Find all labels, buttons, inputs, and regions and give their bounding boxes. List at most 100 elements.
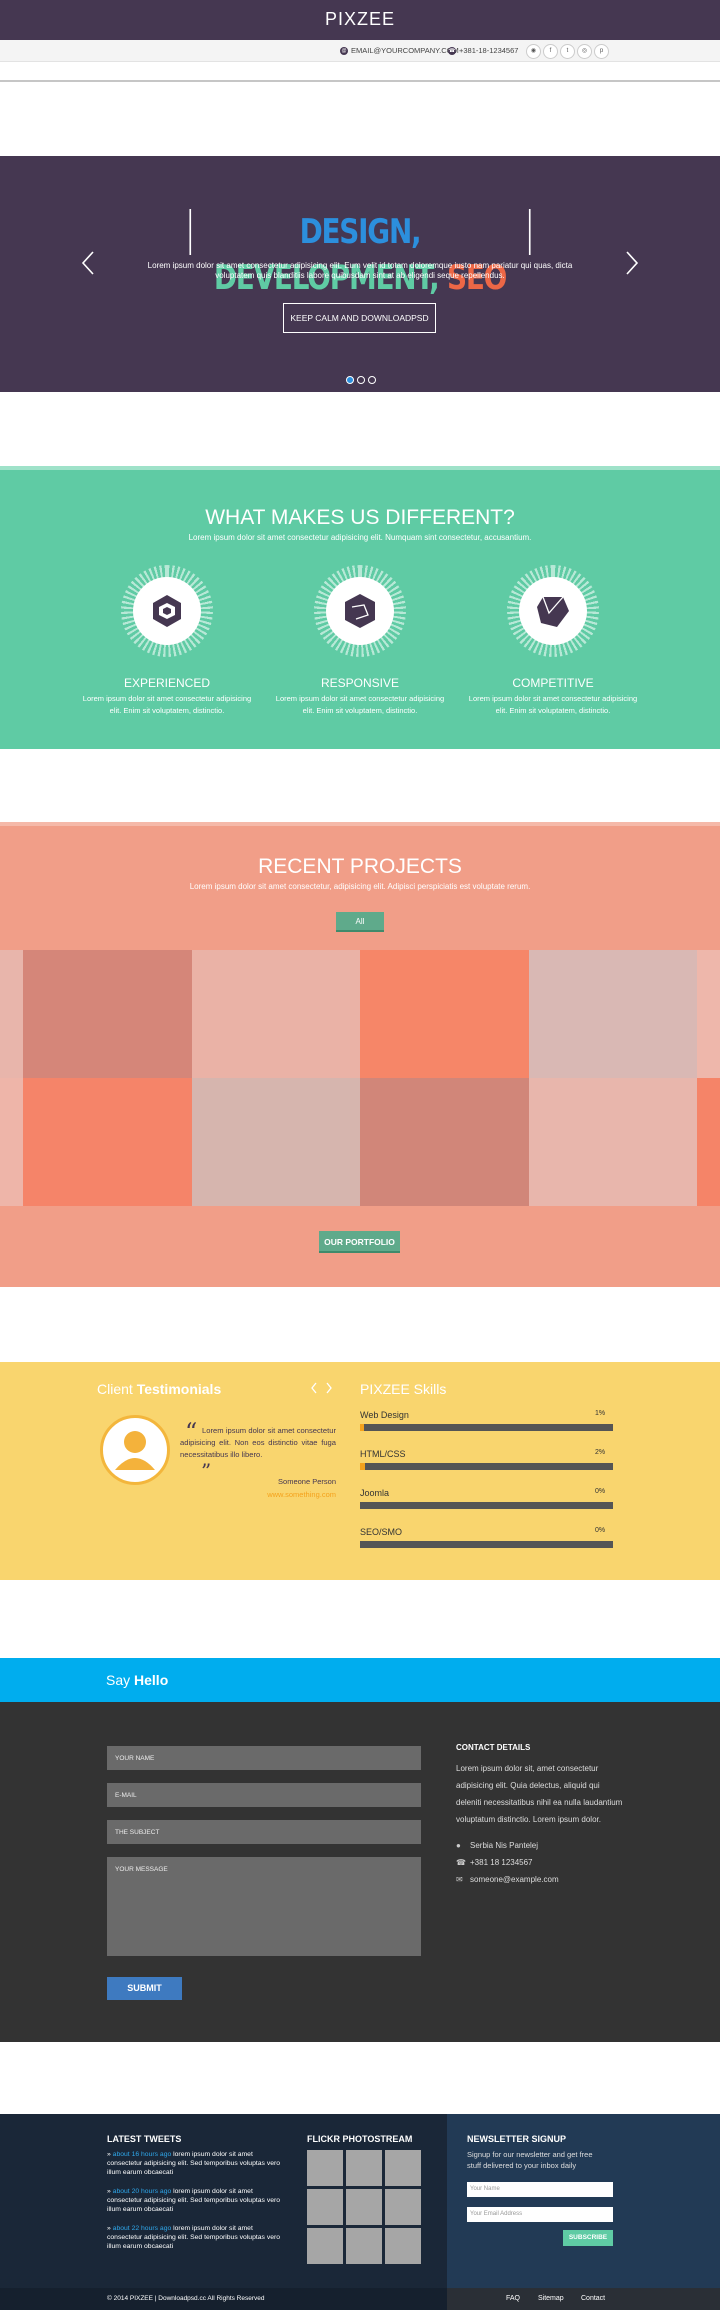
tweet: » about 22 hours ago lorem ipsum dolor s…	[107, 2224, 282, 2251]
flickr-photo[interactable]	[307, 2150, 343, 2186]
tweet-time[interactable]: about 22 hours ago	[113, 2225, 172, 2232]
newsletter-text-2: stuff delivered to your inbox daily	[467, 2161, 577, 2170]
flickr-photo[interactable]	[307, 2228, 343, 2264]
testimonial-person: Someone Person	[278, 1477, 336, 1486]
flickr-photo[interactable]	[346, 2228, 382, 2264]
phone-icon: ☎	[456, 1858, 466, 1867]
contact-details-title: CONTACT DETAILS	[456, 1743, 531, 1752]
dribbble-icon[interactable]: ◎	[577, 44, 592, 59]
contact-phone: +381 18 1234567	[470, 1858, 533, 1867]
project-tile[interactable]	[0, 1078, 23, 1206]
newsletter-email-input[interactable]: Your Email Address	[467, 2207, 613, 2222]
features-title: WHAT MAKES US DIFFERENT?	[205, 506, 515, 529]
portfolio-button[interactable]: OUR PORTFOLIO	[319, 1231, 400, 1253]
feature-circle-competitive	[507, 565, 599, 657]
project-tile[interactable]	[360, 950, 529, 1078]
name-field[interactable]: YOUR NAME	[107, 1746, 421, 1770]
header-email[interactable]: @ EMAIL@YOURCOMPANY.COM	[340, 46, 459, 55]
testimonials-title-bold: Testimonials	[136, 1381, 222, 1397]
skill-bar	[360, 1463, 613, 1470]
slider-dot-2[interactable]	[357, 376, 365, 384]
pinterest-icon[interactable]: p	[594, 44, 609, 59]
tweet-time[interactable]: about 20 hours ago	[113, 2188, 172, 2195]
header-phone: ☎ +381-18-1234567	[448, 46, 518, 55]
cube-icon	[153, 595, 181, 627]
phone-icon: ☎	[448, 46, 456, 55]
feature-desc-responsive: Lorem ipsum dolor sit amet consectetur a…	[275, 694, 445, 715]
project-tile[interactable]	[192, 1078, 360, 1206]
skill-bar-fill	[360, 1463, 366, 1470]
chevron-left-icon[interactable]	[80, 250, 96, 276]
contact-address: Serbia Nis Pantelej	[470, 1841, 539, 1850]
skill-percent: 0%	[595, 1527, 606, 1534]
feature-circle-responsive	[314, 565, 406, 657]
project-tile[interactable]	[23, 1078, 192, 1206]
project-tile[interactable]	[529, 950, 697, 1078]
flickr-photo[interactable]	[385, 2150, 421, 2186]
slider-dot-1[interactable]	[346, 376, 354, 384]
hero-title: DESIGN, DEVELOPMENT, SEO	[189, 209, 531, 298]
footer-link-sitemap[interactable]: Sitemap	[538, 2295, 564, 2302]
footer-link-contact[interactable]: Contact	[581, 2295, 605, 2302]
skill-name: Joomla	[360, 1488, 390, 1498]
flickr-photo[interactable]	[346, 2189, 382, 2225]
feature-title-competitive: COMPETITIVE	[512, 676, 594, 690]
projects-subtitle: Lorem ipsum dolor sit amet consectetur, …	[189, 882, 531, 891]
project-tile[interactable]	[360, 1078, 529, 1206]
hero-download-button[interactable]: KEEP CALM AND DOWNLOADPSD	[283, 303, 436, 333]
rss-icon[interactable]: ◉	[526, 44, 541, 59]
feature-title-experienced: EXPERIENCED	[123, 676, 211, 690]
submit-button[interactable]: SUBMIT	[107, 1977, 182, 2000]
contact-email[interactable]: someone@example.com	[470, 1875, 559, 1884]
twitter-icon[interactable]: t	[560, 44, 575, 59]
project-tile[interactable]	[0, 950, 23, 1078]
hero-title-design: DESIGN,	[299, 212, 422, 252]
testimonial-link[interactable]: www.something.com	[190, 1490, 336, 1499]
contact-details-text-3: deleniti necessitatibus nihil ea nulla l…	[456, 1798, 623, 1807]
chevron-right-icon[interactable]	[325, 1382, 333, 1394]
flickr-photo[interactable]	[385, 2228, 421, 2264]
testimonials-title-light: Client	[97, 1381, 137, 1397]
flickr-photo[interactable]	[346, 2150, 382, 2186]
skill-percent: 2%	[595, 1449, 606, 1456]
facebook-icon[interactable]: f	[543, 44, 558, 59]
hero-subtitle-line2: voluptatem quis blanditiis labore quibus…	[215, 271, 505, 280]
project-tile[interactable]	[529, 1078, 697, 1206]
flickr-photo[interactable]	[307, 2189, 343, 2225]
skill-bar	[360, 1541, 613, 1548]
projects-title: RECENT PROJECTS	[258, 855, 462, 878]
newsletter-name-input[interactable]: Your Name	[467, 2182, 613, 2197]
feature-title-responsive: RESPONSIVE	[320, 676, 400, 690]
avatar	[100, 1415, 170, 1485]
footer-link-faq[interactable]: FAQ	[506, 2295, 520, 2302]
project-tile[interactable]	[697, 950, 720, 1078]
tweet-time[interactable]: about 16 hours ago	[113, 2151, 172, 2158]
tweet: » about 20 hours ago lorem ipsum dolor s…	[107, 2187, 282, 2214]
chevron-right-icon[interactable]	[624, 250, 640, 276]
feature-desc-experienced: Lorem ipsum dolor sit amet consectetur a…	[82, 694, 252, 715]
skill-bar-fill	[360, 1424, 364, 1431]
subscribe-button[interactable]: SUBSCRIBE	[563, 2230, 613, 2246]
contact-details-text-4: voluptatum distinctio. Lorem ipsum dolor…	[456, 1815, 601, 1824]
flickr-photo[interactable]	[385, 2189, 421, 2225]
filter-all-button[interactable]: All	[336, 912, 384, 932]
mail-icon: ✉	[456, 1875, 463, 1884]
say-hello-title: Say Hello	[106, 1672, 168, 1688]
feature-desc-competitive: Lorem ipsum dolor sit amet consectetur a…	[468, 694, 638, 715]
message-field[interactable]: YOUR MESSAGE	[107, 1857, 421, 1956]
logo[interactable]: PIXZEE	[0, 9, 720, 30]
skill-name: HTML/CSS	[360, 1449, 406, 1459]
project-tile[interactable]	[697, 1078, 720, 1206]
slider-dot-3[interactable]	[368, 376, 376, 384]
chevron-left-icon[interactable]	[310, 1382, 318, 1394]
contact-details-text-2: adipisicing elit. Quia delectus, aliquid…	[456, 1781, 600, 1790]
gem-icon	[537, 596, 569, 627]
project-tile[interactable]	[23, 950, 192, 1078]
hero-subtitle-line1: Lorem ipsum dolor sit amet consectetur a…	[147, 261, 573, 270]
skill-name: SEO/SMO	[360, 1527, 403, 1537]
email-field[interactable]: E-MAIL	[107, 1783, 421, 1807]
subject-field[interactable]: THE SUBJECT	[107, 1820, 421, 1844]
skills-title: PIXZEE Skills	[360, 1381, 447, 1397]
skill-name: Web Design	[360, 1410, 409, 1420]
project-tile[interactable]	[192, 950, 360, 1078]
